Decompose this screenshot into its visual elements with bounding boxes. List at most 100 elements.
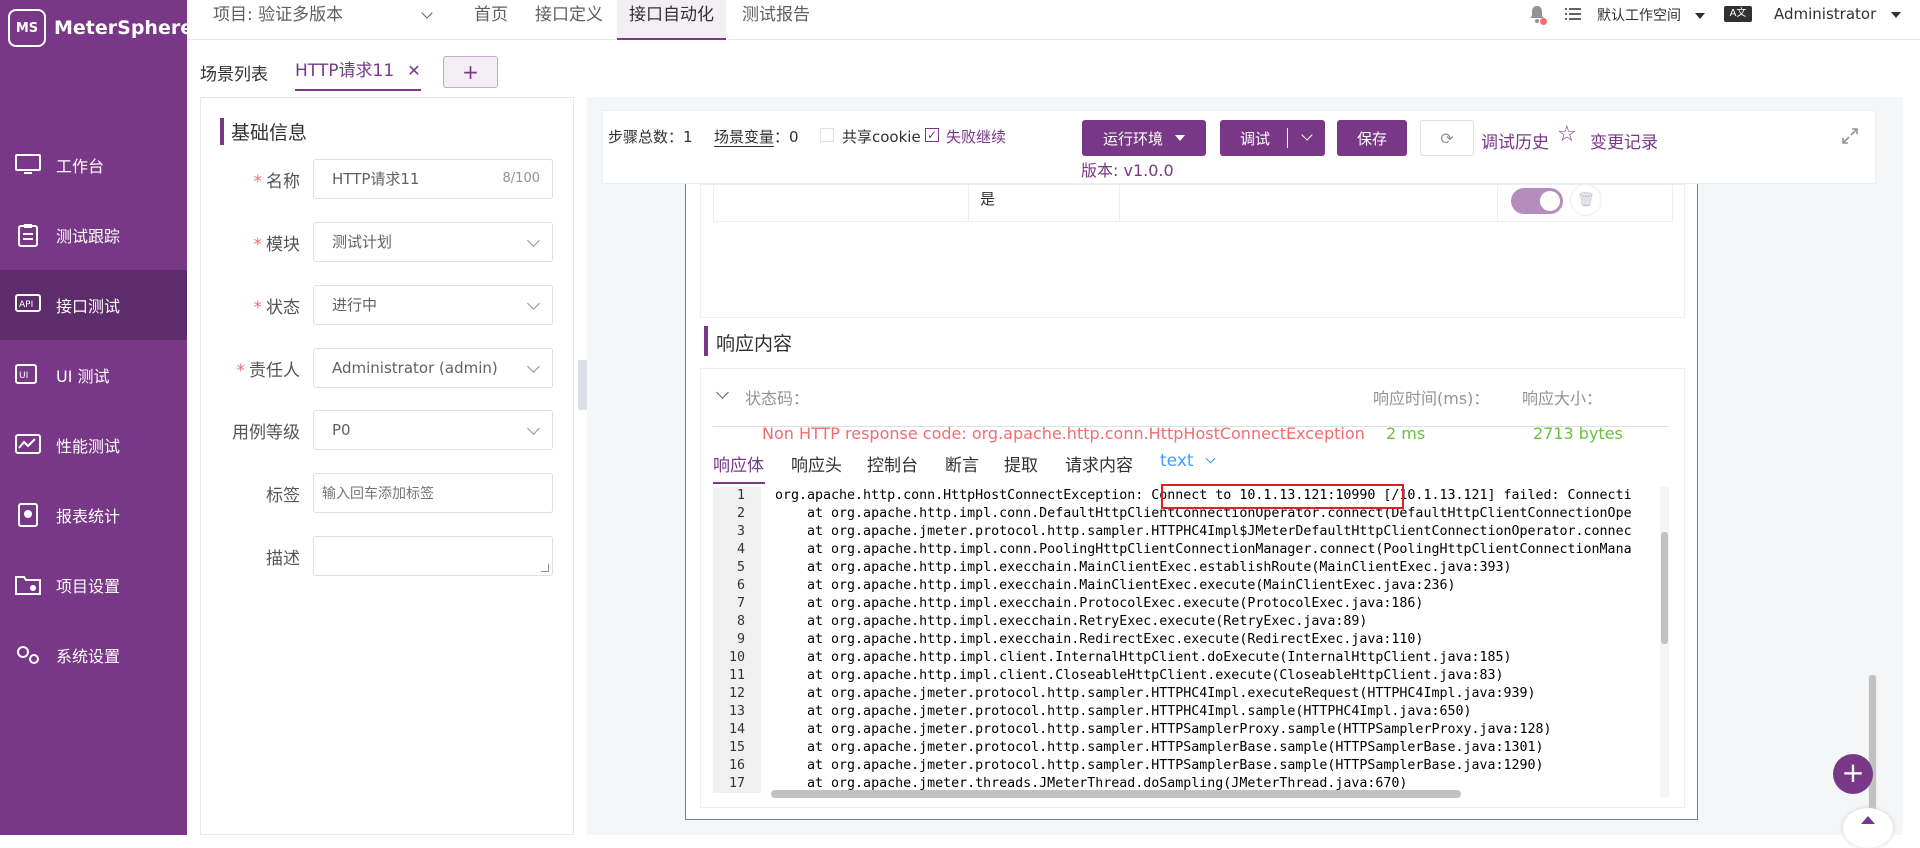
bell-icon[interactable]: [1529, 5, 1547, 25]
project-selector[interactable]: 项目: 验证多版本: [213, 0, 433, 30]
notification-dot: [1540, 18, 1547, 25]
language-icon[interactable]: A文: [1724, 6, 1752, 22]
line-text: at org.apache.jmeter.protocol.http.sampl…: [775, 740, 1544, 755]
sidebar-item-label: 性能测试: [56, 437, 121, 456]
tab-request-content[interactable]: 请求内容: [1065, 451, 1133, 476]
sidebar-item-report[interactable]: 报表统计: [0, 480, 187, 550]
line-text: at org.apache.jmeter.protocol.http.sampl…: [775, 704, 1472, 719]
name-value: HTTP请求11: [332, 170, 420, 188]
nav-test-report[interactable]: 测试报告: [742, 0, 810, 40]
continue-on-fail-checkbox[interactable]: ✓: [925, 128, 939, 142]
line-number: 5: [713, 559, 761, 577]
sidebar-item-monitor[interactable]: 工作台: [0, 130, 187, 200]
code-line: 5 at org.apache.http.impl.execchain.Main…: [713, 559, 1660, 577]
module-select[interactable]: 测试计划: [313, 222, 553, 262]
app-logo[interactable]: MS MeterSphere: [8, 8, 193, 48]
sidebar-item-label: 接口测试: [56, 297, 121, 316]
caret-down-icon: [1695, 13, 1706, 19]
tags-label: 标签: [266, 486, 300, 506]
fullscreen-icon[interactable]: [1842, 128, 1858, 144]
response-time-value: 2 ms: [1386, 424, 1426, 443]
response-body-editor[interactable]: 1 org.apache.http.conn.HttpHostConnectEx…: [713, 487, 1660, 797]
workspace-selector[interactable]: 默认工作空间: [1597, 5, 1706, 25]
sidebar: MS MeterSphere 工作台测试跟踪 API 接口测试 UI UI 测试性能测试…: [0, 0, 193, 835]
chevron-down-icon[interactable]: [1301, 129, 1313, 141]
code-line: 13 at org.apache.jmeter.protocol.http.sa…: [713, 703, 1660, 721]
line-number: 2: [713, 505, 761, 523]
status-select[interactable]: 进行中: [313, 285, 553, 325]
horizontal-scrollbar[interactable]: [771, 790, 1461, 798]
clipboard-icon: [14, 223, 42, 247]
response-size-value: 2713 bytes: [1533, 424, 1623, 443]
svg-text:API: API: [19, 300, 33, 310]
tab-scenario-list[interactable]: 场景列表: [200, 60, 268, 85]
table-row: 是 🗑: [713, 184, 1673, 222]
tab-extract[interactable]: 提取: [1004, 451, 1038, 476]
table-divider: [968, 184, 969, 222]
delete-icon[interactable]: 🗑: [1570, 184, 1602, 216]
code-line: 8 at org.apache.http.impl.execchain.Retr…: [713, 613, 1660, 631]
gear-icon: [14, 643, 42, 667]
sidebar-item-performance[interactable]: 性能测试: [0, 410, 187, 480]
chevron-down-icon: [421, 7, 433, 19]
tab-assertions[interactable]: 断言: [945, 451, 979, 476]
api-icon: API: [14, 293, 42, 317]
scenario-vars-count: 0: [789, 128, 799, 146]
line-number: 7: [713, 595, 761, 613]
line-text: at org.apache.jmeter.protocol.http.sampl…: [775, 524, 1632, 539]
run-environment-button[interactable]: 运行环境: [1082, 120, 1206, 156]
sidebar-item-api[interactable]: API 接口测试: [0, 270, 187, 340]
code-line: 4 at org.apache.http.impl.conn.PoolingHt…: [713, 541, 1660, 559]
level-label: 用例等级: [232, 423, 300, 443]
tab-current-scenario[interactable]: HTTP请求11 ✕: [295, 53, 421, 91]
user-menu[interactable]: Administrator: [1774, 5, 1902, 23]
enable-toggle[interactable]: [1511, 188, 1563, 214]
scrollbar-thumb[interactable]: [1661, 532, 1668, 644]
tab-response-body[interactable]: 响应体: [713, 451, 764, 476]
sidebar-item-clipboard[interactable]: 测试跟踪: [0, 200, 187, 270]
sidebar-item-label: 系统设置: [56, 647, 121, 666]
owner-select[interactable]: Administrator (admin): [313, 348, 553, 388]
debug-button[interactable]: 调试: [1220, 120, 1325, 156]
format-value: text: [1160, 451, 1194, 471]
level-select[interactable]: P0: [313, 410, 553, 450]
changelog-link[interactable]: 变更记录: [1590, 128, 1658, 153]
line-number: 6: [713, 577, 761, 595]
chevron-down-icon: [527, 360, 540, 373]
editor-scrollbar[interactable]: [1660, 487, 1669, 797]
description-textarea[interactable]: [313, 536, 553, 576]
status-label: * 状态: [253, 298, 301, 318]
code-line: 7 at org.apache.http.impl.execchain.Prot…: [713, 595, 1660, 613]
tab-console[interactable]: 控制台: [867, 451, 918, 476]
sidebar-item-label: 工作台: [56, 157, 105, 176]
add-step-button[interactable]: +: [1833, 754, 1873, 794]
nav-api-automation[interactable]: 接口自动化: [617, 0, 726, 40]
step-count: 步骤总数：1: [608, 126, 693, 147]
sidebar-item-gear[interactable]: 系统设置: [0, 620, 187, 690]
debug-history-link[interactable]: 调试历史: [1481, 128, 1549, 153]
caret-up-icon: [1861, 816, 1875, 824]
name-field[interactable]: HTTP请求11 8/100: [313, 159, 553, 199]
add-tab-button[interactable]: +: [443, 56, 498, 88]
tab-response-headers[interactable]: 响应头: [791, 451, 842, 476]
run-environment-label: 运行环境: [1102, 129, 1163, 148]
save-button[interactable]: 保存: [1337, 120, 1407, 156]
back-to-top-button[interactable]: [1843, 808, 1893, 848]
line-number: 11: [713, 667, 761, 685]
app-name: MeterSphere: [54, 17, 194, 39]
line-text: at org.apache.http.impl.execchain.MainCl…: [775, 578, 1456, 593]
desc-label: 描述: [266, 549, 300, 569]
tags-input[interactable]: [313, 473, 553, 513]
scenario-vars-link[interactable]: 场景变量: [714, 128, 775, 147]
close-icon[interactable]: ✕: [407, 61, 420, 80]
sidebar-item-ui[interactable]: UI UI 测试: [0, 340, 187, 410]
refresh-icon[interactable]: ⟳: [1420, 120, 1474, 156]
section-title: 基础信息: [231, 122, 308, 144]
share-cookie-checkbox[interactable]: [820, 128, 834, 142]
line-number: 17: [713, 775, 761, 793]
format-select[interactable]: text: [1160, 451, 1216, 471]
nav-home[interactable]: 首页: [474, 0, 508, 40]
module-value: 测试计划: [332, 233, 393, 251]
nav-api-definition[interactable]: 接口定义: [535, 0, 603, 40]
sidebar-item-folder-settings[interactable]: 项目设置: [0, 550, 187, 620]
